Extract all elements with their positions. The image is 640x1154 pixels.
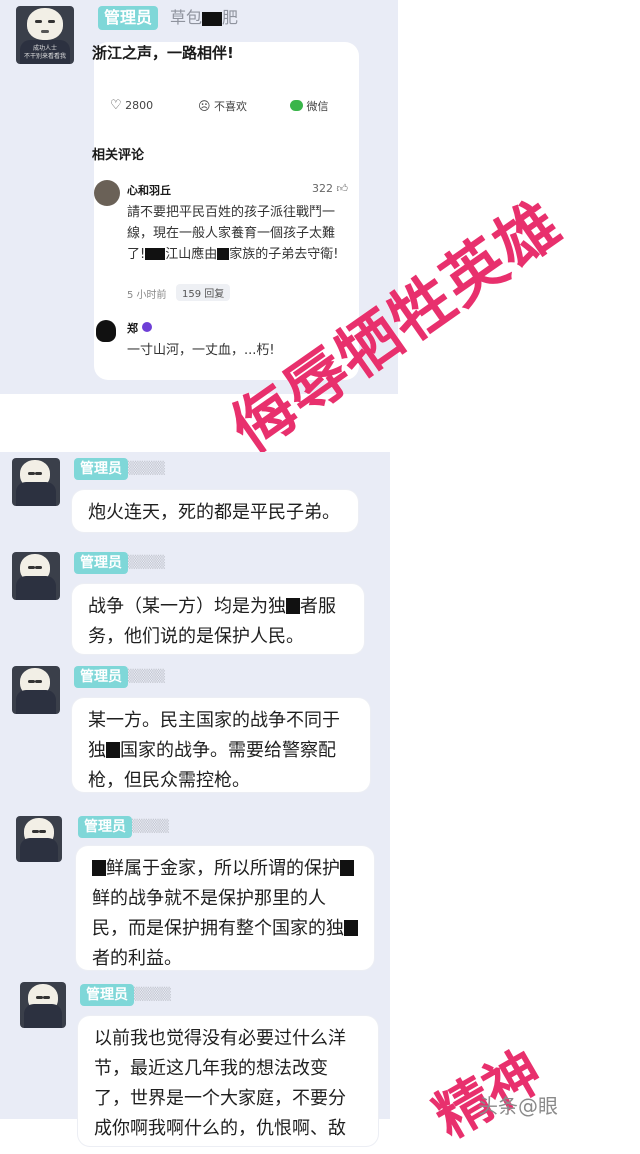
redaction [217,248,230,260]
reply-count-button[interactable]: 159 回复 [176,284,231,301]
avatar[interactable] [16,816,62,862]
avatar-shirt [16,482,56,506]
dislike-label: 不喜欢 [214,100,248,113]
admin-badge: 管理员 [78,816,132,838]
avatar-shirt [16,690,56,714]
nickname-suffix: 肥 [222,8,239,27]
avatar-shirt [16,576,56,600]
wechat-share-button[interactable]: 微信 [290,98,329,114]
commenter-avatar[interactable] [94,180,120,206]
nickname-blurred: ▒▒▒▒ [128,669,165,683]
avatar-caption: 不干别来看看我 [23,53,66,60]
avatar[interactable] [12,552,60,600]
wechat-icon [290,100,303,111]
message-bubble: 炮火连天，死的都是平民子弟。 [72,490,358,532]
thumb-up-icon: 👍︎ [336,182,349,195]
nickname: 草包肥 [170,6,238,30]
redaction [145,248,166,260]
admin-badge: 管理员 [74,552,128,574]
heart-icon: ♡ [110,98,122,113]
admin-badge: 管理员 [98,6,159,30]
message-bubble: 战争（某一方）均是为独 者服务，他们说的是保护人民。 [72,584,364,654]
avatar[interactable] [12,458,60,506]
vip-badge-icon [142,322,152,332]
avatar[interactable] [12,666,60,714]
comment-text: 請不要把平民百姓的孩子派往戰鬥一線，現在一般人家養育一個孩子太難了! 江山應由 家族… [127,205,339,262]
sad-face-icon: ☹ [198,99,211,113]
comment-like[interactable]: 322 👍︎ [312,182,348,195]
commenter-name[interactable]: 心和羽丘 [127,182,171,198]
message-bubble: 以前我也觉得没有必要过什么洋节，最近这几年我的想法改变了，世界是一个大家庭，不要… [78,1016,378,1146]
avatar-shirt [20,838,58,862]
admin-badge: 管理员 [74,458,128,480]
redaction [92,860,106,876]
like-button[interactable]: ♡ 2800 [110,98,153,113]
admin-badge: 管理员 [80,984,134,1006]
comment-like-count: 322 [312,182,333,195]
footer-watermark: 头条@眼 [478,1094,558,1118]
related-comments-title: 相关评论 [92,148,145,163]
share-label: 微信 [306,100,329,113]
avatar[interactable] [20,982,66,1028]
card-text: 浙江之声，一路相伴! [92,44,234,62]
admin-badge: 管理员 [74,666,128,688]
nickname-prefix: 草包 [170,8,203,27]
avatar[interactable]: 成功人士 不干别来看看我 [16,6,74,64]
nickname-blurred: ▒▒▒▒ [134,987,171,1001]
redaction [340,860,354,876]
commenter-name[interactable]: 郑 [127,320,138,336]
dislike-button[interactable]: ☹ 不喜欢 [198,98,247,114]
redaction [344,920,358,936]
redaction [106,742,120,758]
qq-penguin-icon[interactable] [96,320,116,342]
message-bubble: 某一方。民主国家的战争不同于独 国家的战争。需要给警察配枪，但民众需控枪。 [72,698,370,792]
nickname-blurred: ▒▒▒▒ [128,555,165,569]
avatar-face [27,8,63,40]
avatar-shirt [24,1004,62,1028]
avatar-caption: 成功人士 [32,45,57,52]
message-bubble: 鲜属于金家，所以所谓的保护鲜的战争就不是保护那里的人民，而是保护拥有整个国家的独… [76,846,374,970]
like-count: 2800 [125,99,154,112]
nickname-blurred: ▒▒▒▒ [132,819,169,833]
redaction [202,11,223,26]
comment-time: 5 小时前 [127,290,167,301]
redaction [286,598,300,614]
nickname-blurred: ▒▒▒▒ [128,461,165,475]
